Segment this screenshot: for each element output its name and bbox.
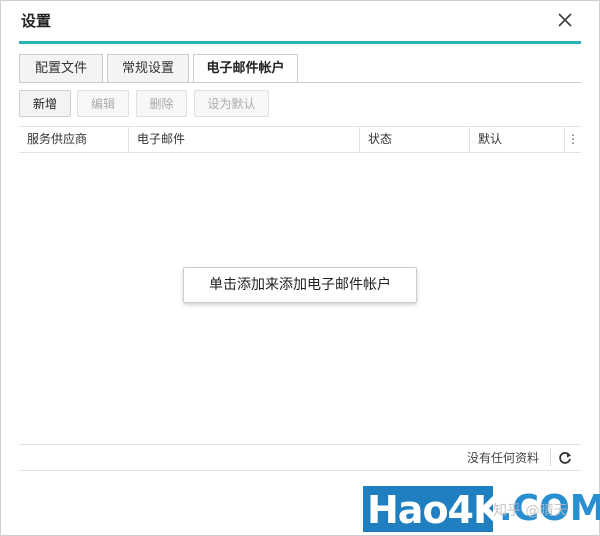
empty-status-text: 没有任何资料 (467, 451, 540, 465)
delete-button[interactable]: 删除 (136, 90, 187, 117)
close-button[interactable] (555, 10, 575, 30)
accounts-table-header: 服务供应商 电子邮件 状态 默认 ⋮ (19, 126, 581, 153)
watermark-overlay-text: 知乎 @晴天 (493, 503, 568, 519)
column-header-default[interactable]: 默认 (470, 127, 565, 152)
add-email-account-button[interactable]: 单击添加来添加电子邮件帐户 (183, 267, 417, 303)
footer-separator (550, 448, 551, 466)
watermark-brand-text: Hao4K (367, 488, 502, 532)
tab-general-settings[interactable]: 常规设置 (107, 54, 189, 82)
tab-email-accounts[interactable]: 电子邮件帐户 (193, 54, 298, 83)
set-default-button[interactable]: 设为默认 (194, 90, 269, 117)
refresh-button[interactable] (557, 450, 573, 466)
tab-baseline (19, 82, 581, 83)
edit-button[interactable]: 编辑 (77, 90, 129, 117)
dialog-title: 设置 (21, 12, 52, 30)
column-header-status[interactable]: 状态 (360, 127, 470, 152)
footer-divider-bottom (19, 470, 581, 471)
tab-profile[interactable]: 配置文件 (19, 54, 103, 82)
close-icon (558, 13, 572, 27)
column-header-provider[interactable]: 服务供应商 (19, 127, 129, 152)
refresh-icon (559, 452, 571, 464)
footer-divider-top (19, 444, 581, 445)
settings-dialog: 设置 配置文件 常规设置 电子邮件帐户 新增 编辑 删除 设为默认 服务供应商 … (0, 0, 600, 536)
column-header-email[interactable]: 电子邮件 (129, 127, 360, 152)
new-button[interactable]: 新增 (19, 90, 71, 117)
vertical-dots-icon[interactable]: ⋮ (565, 127, 581, 152)
watermark: Hao4K .COM 知乎 @晴天 (363, 486, 600, 534)
title-accent-divider (19, 41, 581, 44)
